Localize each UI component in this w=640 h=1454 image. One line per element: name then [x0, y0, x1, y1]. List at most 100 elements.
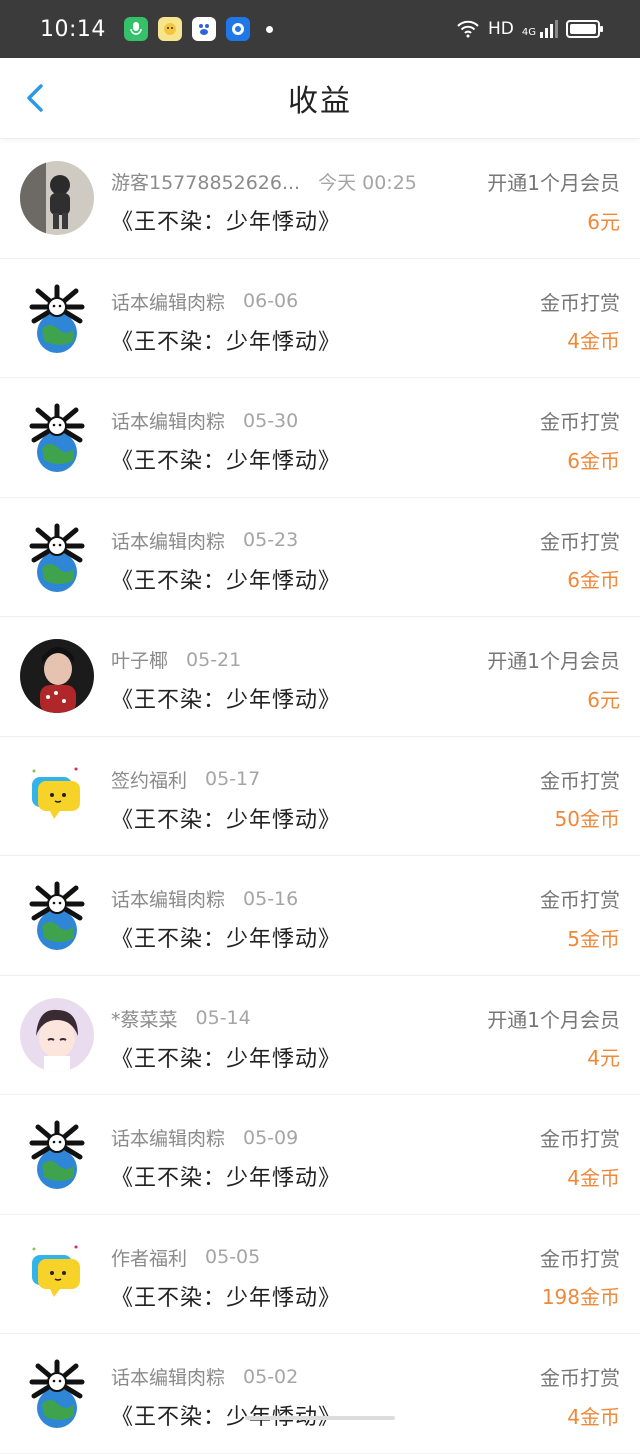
user-name: 叶子椰 [111, 650, 169, 672]
book-title: 《王不染：少年悸动》 [111, 927, 342, 952]
book-title: 《王不染：少年悸动》 [111, 568, 342, 594]
record-date: 05-16 [243, 887, 299, 910]
book-title: 《王不染：少年悸动》 [111, 1166, 342, 1191]
page-title: 收益 [288, 84, 352, 119]
earning-amount: 4元 [587, 1046, 620, 1070]
earnings-row[interactable]: 话本编辑肉粽 05-09 金币打赏 《王不染：少年悸动》 4金币 [0, 1095, 640, 1215]
earnings-row[interactable]: 话本编辑肉粽 05-23 金币打赏 《王不染：少年悸动》 6金币 [0, 498, 640, 617]
earning-type: 金币打赏 [540, 290, 620, 315]
earning-type: 金币打赏 [540, 1366, 620, 1390]
row-content: 话本编辑肉粽 06-06 金币打赏 《王不染：少年悸动》 4金币 [111, 287, 620, 356]
row-content: 签约福利 05-17 金币打赏 《王不染：少年悸动》 50金币 [111, 765, 620, 834]
earth-cartoon-avatar-icon[interactable] [20, 400, 94, 474]
home-indicator[interactable] [245, 1416, 395, 1420]
earth-cartoon-avatar-icon[interactable] [20, 280, 94, 355]
portrait-avatar-icon[interactable] [20, 639, 94, 713]
earning-type: 开通1个月会员 [487, 649, 620, 673]
earning-amount: 5金币 [567, 926, 620, 951]
record-date: 今天 00:25 [318, 172, 417, 194]
user-name: 话本编辑肉粽 [111, 291, 226, 314]
record-date: 05-17 [205, 768, 261, 790]
user-name: 作者福利 [111, 1247, 188, 1270]
record-date: 05-21 [186, 648, 242, 671]
earning-amount: 4金币 [567, 1165, 620, 1190]
record-date: 05-02 [243, 1365, 299, 1388]
chat-bubble-avatar-icon[interactable] [20, 1236, 94, 1311]
user-name: 话本编辑肉粽 [111, 1367, 226, 1389]
earnings-row[interactable]: 作者福利 05-05 金币打赏 《王不染：少年悸动》 198金币 [0, 1215, 640, 1334]
earning-amount: 4金币 [567, 329, 620, 353]
earning-amount: 6金币 [567, 448, 620, 473]
book-title: 《王不染：少年悸动》 [111, 210, 342, 235]
user-name: 话本编辑肉粽 [111, 411, 226, 433]
row-content: *蔡菜菜 05-14 开通1个月会员 《王不染：少年悸动》 4元 [111, 1004, 620, 1073]
browser-app-icon [225, 17, 250, 41]
earnings-row[interactable]: 话本编辑肉粽 05-02 金币打赏 《王不染：少年悸动》 4金币 [0, 1334, 640, 1454]
book-title: 《王不染：少年悸动》 [111, 1285, 342, 1311]
earning-type: 金币打赏 [540, 410, 620, 434]
earnings-row[interactable]: 话本编辑肉粽 05-16 金币打赏 《王不染：少年悸动》 5金币 [0, 856, 640, 976]
row-content: 话本编辑肉粽 05-09 金币打赏 《王不染：少年悸动》 4金币 [111, 1123, 620, 1192]
earning-amount: 6金币 [567, 568, 620, 592]
battery-icon [566, 20, 603, 38]
record-date: 05-09 [243, 1126, 299, 1149]
row-content: 话本编辑肉粽 05-30 金币打赏 《王不染：少年悸动》 6金币 [111, 406, 620, 475]
earning-amount: 4金币 [567, 1404, 620, 1429]
earth-cartoon-avatar-icon[interactable] [20, 519, 94, 594]
earnings-row[interactable]: *蔡菜菜 05-14 开通1个月会员 《王不染：少年悸动》 4元 [0, 976, 640, 1095]
earning-type: 金币打赏 [540, 1127, 620, 1151]
row-content: 叶子椰 05-21 开通1个月会员 《王不染：少年悸动》 6元 [111, 645, 620, 714]
notification-dot-icon [265, 25, 273, 33]
earning-type: 开通1个月会员 [487, 1007, 620, 1032]
header-bar: 收益 [0, 58, 640, 139]
earth-cartoon-avatar-icon[interactable] [20, 1117, 94, 1191]
user-name: 话本编辑肉粽 [111, 889, 226, 911]
user-name: 签约福利 [111, 769, 188, 792]
record-date: 05-23 [243, 529, 299, 551]
photo-avatar-icon[interactable] [20, 161, 94, 235]
record-date: 05-14 [195, 1007, 251, 1029]
book-title: 《王不染：少年悸动》 [111, 688, 342, 713]
earnings-row[interactable]: 游客15778852626... 今天 00:25 开通1个月会员 《王不染：少… [0, 139, 640, 259]
status-bar: 10:14 HD 4G [0, 0, 640, 58]
chat-bubble-avatar-icon[interactable] [20, 758, 94, 833]
user-name: 话本编辑肉粽 [111, 1128, 226, 1150]
record-date: 06-06 [243, 290, 299, 312]
emoji-app-icon [157, 17, 182, 41]
signal-icon: 4G [522, 20, 558, 38]
earning-type: 金币打赏 [540, 768, 620, 793]
earning-type: 金币打赏 [540, 529, 620, 554]
earth-cartoon-avatar-icon[interactable] [20, 878, 94, 952]
book-title: 《王不染：少年悸动》 [111, 449, 342, 474]
earth-cartoon-avatar-icon[interactable] [20, 1356, 94, 1430]
earnings-row[interactable]: 话本编辑肉粽 06-06 金币打赏 《王不染：少年悸动》 4金币 [0, 259, 640, 378]
book-title: 《王不染：少年悸动》 [111, 1405, 342, 1430]
book-title: 《王不染：少年悸动》 [111, 1046, 342, 1072]
earning-amount: 50金币 [554, 807, 620, 831]
record-date: 05-05 [205, 1246, 261, 1268]
row-content: 话本编辑肉粽 05-23 金币打赏 《王不染：少年悸动》 6金币 [111, 526, 620, 595]
book-title: 《王不染：少年悸动》 [111, 329, 342, 355]
wifi-icon [457, 20, 479, 38]
record-date: 05-30 [243, 409, 299, 432]
earnings-row[interactable]: 签约福利 05-17 金币打赏 《王不染：少年悸动》 50金币 [0, 737, 640, 856]
row-content: 话本编辑肉粽 05-02 金币打赏 《王不染：少年悸动》 4金币 [111, 1362, 620, 1431]
row-content: 作者福利 05-05 金币打赏 《王不染：少年悸动》 198金币 [111, 1243, 620, 1312]
earning-type: 金币打赏 [540, 888, 620, 912]
baidu-app-icon [191, 17, 216, 41]
anime-avatar-icon[interactable] [20, 997, 94, 1072]
user-name: 游客15778852626... [111, 172, 301, 194]
row-content: 话本编辑肉粽 05-16 金币打赏 《王不染：少年悸动》 5金币 [111, 884, 620, 953]
earning-type: 开通1个月会员 [487, 171, 620, 195]
back-arrow-icon[interactable] [22, 82, 52, 114]
book-title: 《王不染：少年悸动》 [111, 807, 342, 833]
earnings-row[interactable]: 话本编辑肉粽 05-30 金币打赏 《王不染：少年悸动》 6金币 [0, 378, 640, 498]
row-content: 游客15778852626... 今天 00:25 开通1个月会员 《王不染：少… [111, 167, 620, 236]
earnings-row[interactable]: 叶子椰 05-21 开通1个月会员 《王不染：少年悸动》 6元 [0, 617, 640, 737]
earnings-list: 游客15778852626... 今天 00:25 开通1个月会员 《王不染：少… [0, 139, 640, 1454]
hd-indicator: HD [488, 19, 514, 39]
mic-app-icon [123, 17, 148, 41]
user-name: 话本编辑肉粽 [111, 530, 226, 553]
earning-amount: 6元 [587, 687, 620, 712]
status-time: 10:14 [40, 16, 106, 42]
